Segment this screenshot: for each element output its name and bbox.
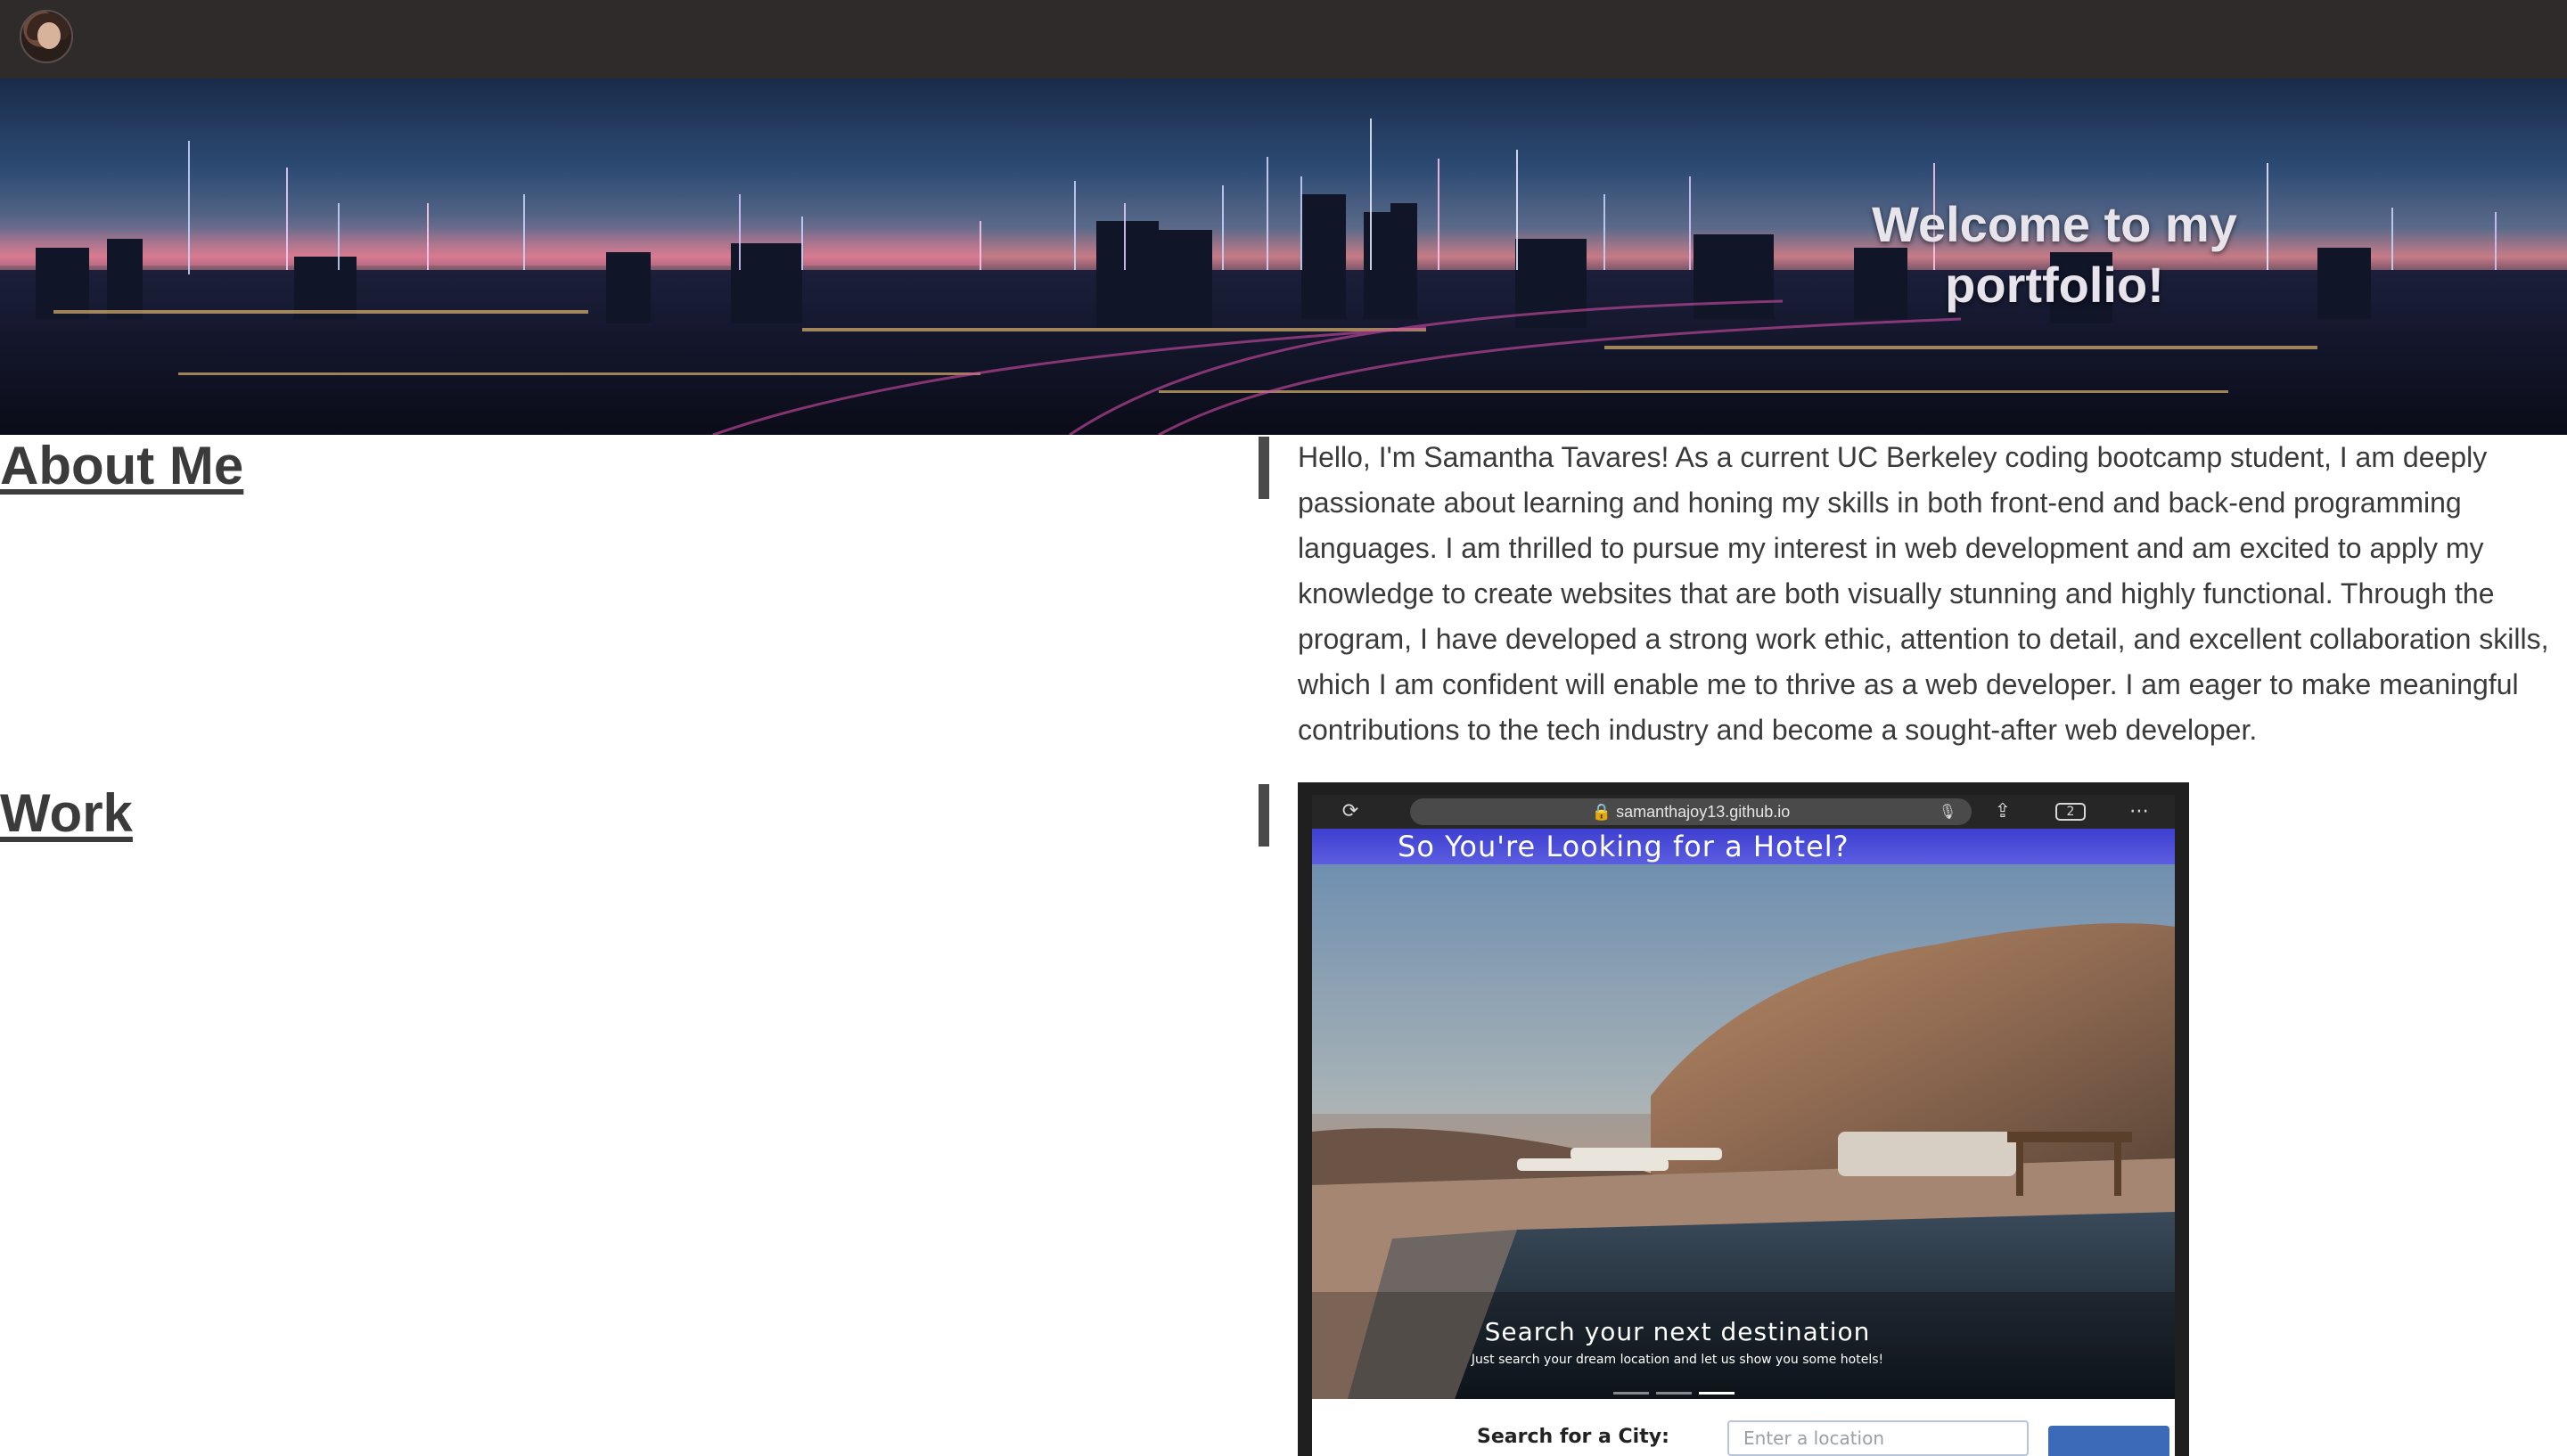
reload-icon: ⟳ (1341, 800, 1359, 822)
search-row: Search for a City: (1312, 1413, 2175, 1456)
top-nav (0, 0, 2567, 78)
project-screenshot[interactable]: ⟳ 🔒 samanthajoy13.github.io 🎙 ⇪ 2 ⋯ So Y… (1298, 782, 2189, 1456)
work-heading[interactable]: Work (0, 782, 133, 845)
hotel-photo: Search your next destination Just search… (1312, 864, 2175, 1399)
site-header-title: So You're Looking for a Hotel? (1312, 829, 2175, 864)
hero-banner: Welcome to my portfolio! (0, 78, 2567, 435)
microphone-icon: 🎙 (1938, 803, 1957, 820)
tabs-icon: 2 (2055, 803, 2086, 821)
url-bar: 🔒 samanthajoy13.github.io (1410, 798, 1972, 825)
avatar[interactable] (20, 10, 73, 63)
carousel-indicators[interactable] (1613, 1383, 1747, 1395)
work-accent-bar (1259, 784, 1269, 847)
hero-title: Welcome to my portfolio! (1872, 196, 2237, 313)
carousel-title: Search your next destination (1484, 1317, 1871, 1346)
carousel-dot[interactable] (1656, 1392, 1692, 1395)
avatar-face (37, 22, 61, 49)
search-label: Search for a City: (1477, 1426, 1669, 1448)
project-site: So You're Looking for a Hotel? Search yo… (1312, 829, 2175, 1456)
browser-toolbar: ⟳ 🔒 samanthajoy13.github.io 🎙 ⇪ 2 ⋯ (1312, 795, 2175, 829)
about-body: Hello, I'm Samantha Tavares! As a curren… (1298, 441, 2549, 746)
share-icon: ⇪ (1994, 800, 2012, 822)
about-heading[interactable]: About Me (0, 435, 243, 497)
carousel-subtitle: Just search your dream location and let … (1471, 1353, 1884, 1367)
location-search-input[interactable] (1727, 1420, 2029, 1456)
search-button[interactable] (2048, 1426, 2169, 1456)
carousel-dot[interactable] (1613, 1392, 1649, 1395)
carousel-dot-active[interactable] (1699, 1392, 1735, 1395)
about-accent-bar (1259, 437, 1269, 499)
more-icon: ⋯ (2129, 800, 2149, 822)
